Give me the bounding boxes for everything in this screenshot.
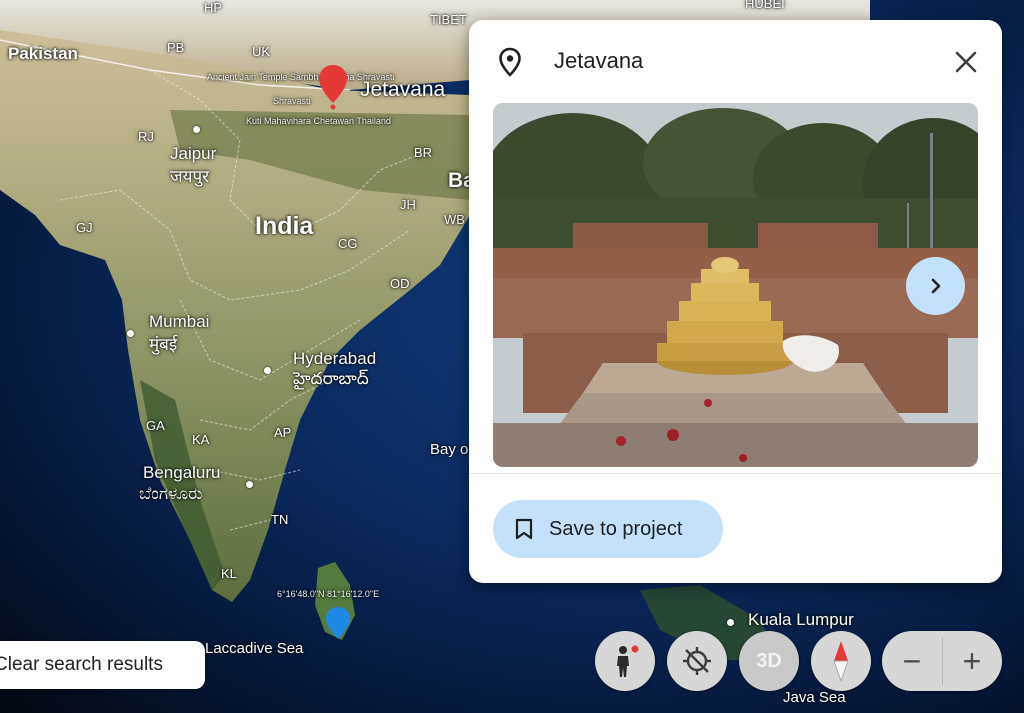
close-icon[interactable] bbox=[951, 47, 981, 77]
map-label-mumbai-local: मुंबई bbox=[149, 335, 178, 354]
location-pin-icon bbox=[499, 47, 521, 77]
zoom-in-button[interactable]: + bbox=[942, 631, 1002, 691]
save-to-project-button[interactable]: Save to project bbox=[493, 500, 723, 558]
map-label-hyderabad: Hyderabad bbox=[293, 349, 377, 368]
map-label-ga: GA bbox=[146, 418, 165, 433]
zoom-out-button[interactable]: − bbox=[882, 631, 942, 691]
city-dot-mumbai bbox=[127, 330, 134, 337]
map-label-kuala-lumpur: Kuala Lumpur bbox=[748, 610, 854, 629]
map-label-gj: GJ bbox=[76, 220, 93, 235]
map-label-jaipur-local: जयपुर bbox=[170, 167, 210, 186]
map-label-india: India bbox=[255, 212, 314, 240]
place-card: Jetavana Save to project bbox=[469, 20, 1002, 583]
clear-search-results-button[interactable]: Clear search results bbox=[0, 641, 205, 689]
map-label-tn: TN bbox=[271, 512, 289, 527]
map-label-cg: CG bbox=[338, 236, 358, 251]
pegman-button[interactable] bbox=[595, 631, 655, 691]
map-label-pb: PB bbox=[167, 40, 185, 55]
map-label-bay: Bay o bbox=[430, 441, 469, 458]
compass-icon bbox=[833, 641, 849, 683]
location-off-icon bbox=[683, 647, 711, 675]
map-label-kuti: Kuti Mahavihara Chetawan Thailand bbox=[246, 116, 391, 126]
map-label-laccadive-sea: Laccadive Sea bbox=[205, 640, 304, 657]
map-label-pakistan: Pakistan bbox=[8, 44, 78, 63]
map-label-jaipur: Jaipur bbox=[170, 144, 217, 163]
place-title: Jetavana bbox=[554, 48, 644, 73]
city-dot-rj bbox=[193, 126, 200, 133]
pegman-icon bbox=[617, 645, 639, 677]
blue-location-marker-icon[interactable] bbox=[326, 607, 350, 639]
map-label-hubei: HUBEI bbox=[745, 0, 785, 11]
map-label-bengaluru: Bengaluru bbox=[143, 463, 221, 482]
map-label-hyderabad-local: హైదరాబాద్ bbox=[293, 369, 369, 388]
three-d-label: 3D bbox=[756, 649, 782, 672]
map-label-coordinates: 6°16'48.0"N 81°16'12.0"E bbox=[277, 589, 380, 599]
bookmark-icon bbox=[515, 518, 533, 540]
red-location-marker-icon[interactable] bbox=[319, 65, 347, 111]
map-label-wb: WB bbox=[444, 212, 465, 227]
my-location-button[interactable] bbox=[667, 631, 727, 691]
compass-button[interactable] bbox=[811, 631, 871, 691]
city-dot-hyderabad bbox=[264, 367, 271, 374]
map-label-jh: JH bbox=[400, 197, 416, 212]
city-dot-bengaluru bbox=[246, 481, 253, 488]
chevron-right-icon bbox=[931, 278, 940, 294]
map-label-tibet: TIBET bbox=[430, 12, 467, 27]
map-label-rj: RJ bbox=[138, 129, 154, 144]
map-label-od: OD bbox=[390, 276, 410, 291]
save-to-project-label: Save to project bbox=[549, 517, 683, 540]
clear-search-results-label: Clear search results bbox=[0, 654, 163, 675]
card-divider bbox=[469, 473, 1002, 474]
city-dot-kuala-lumpur bbox=[727, 619, 734, 626]
map-label-jetavana: Jetavana bbox=[360, 78, 446, 101]
map-label-ka: KA bbox=[192, 432, 210, 447]
zoom-control: − + bbox=[882, 631, 1002, 691]
map-label-bengaluru-local: ಬೆಂಗಳೂರು bbox=[139, 484, 203, 503]
next-photo-button[interactable] bbox=[906, 257, 965, 315]
map-label-ap: AP bbox=[274, 425, 292, 440]
map-label-br: BR bbox=[414, 145, 433, 160]
map-label-kl: KL bbox=[221, 566, 237, 581]
map-label-java-sea: Java Sea bbox=[783, 689, 846, 706]
map-label-shravasti: Shravasti bbox=[273, 96, 311, 106]
map-label-hp: HP bbox=[204, 0, 223, 15]
map-label-mumbai: Mumbai bbox=[149, 312, 210, 331]
three-d-button[interactable]: 3D bbox=[739, 631, 799, 691]
map-label-uk: UK bbox=[252, 44, 271, 59]
